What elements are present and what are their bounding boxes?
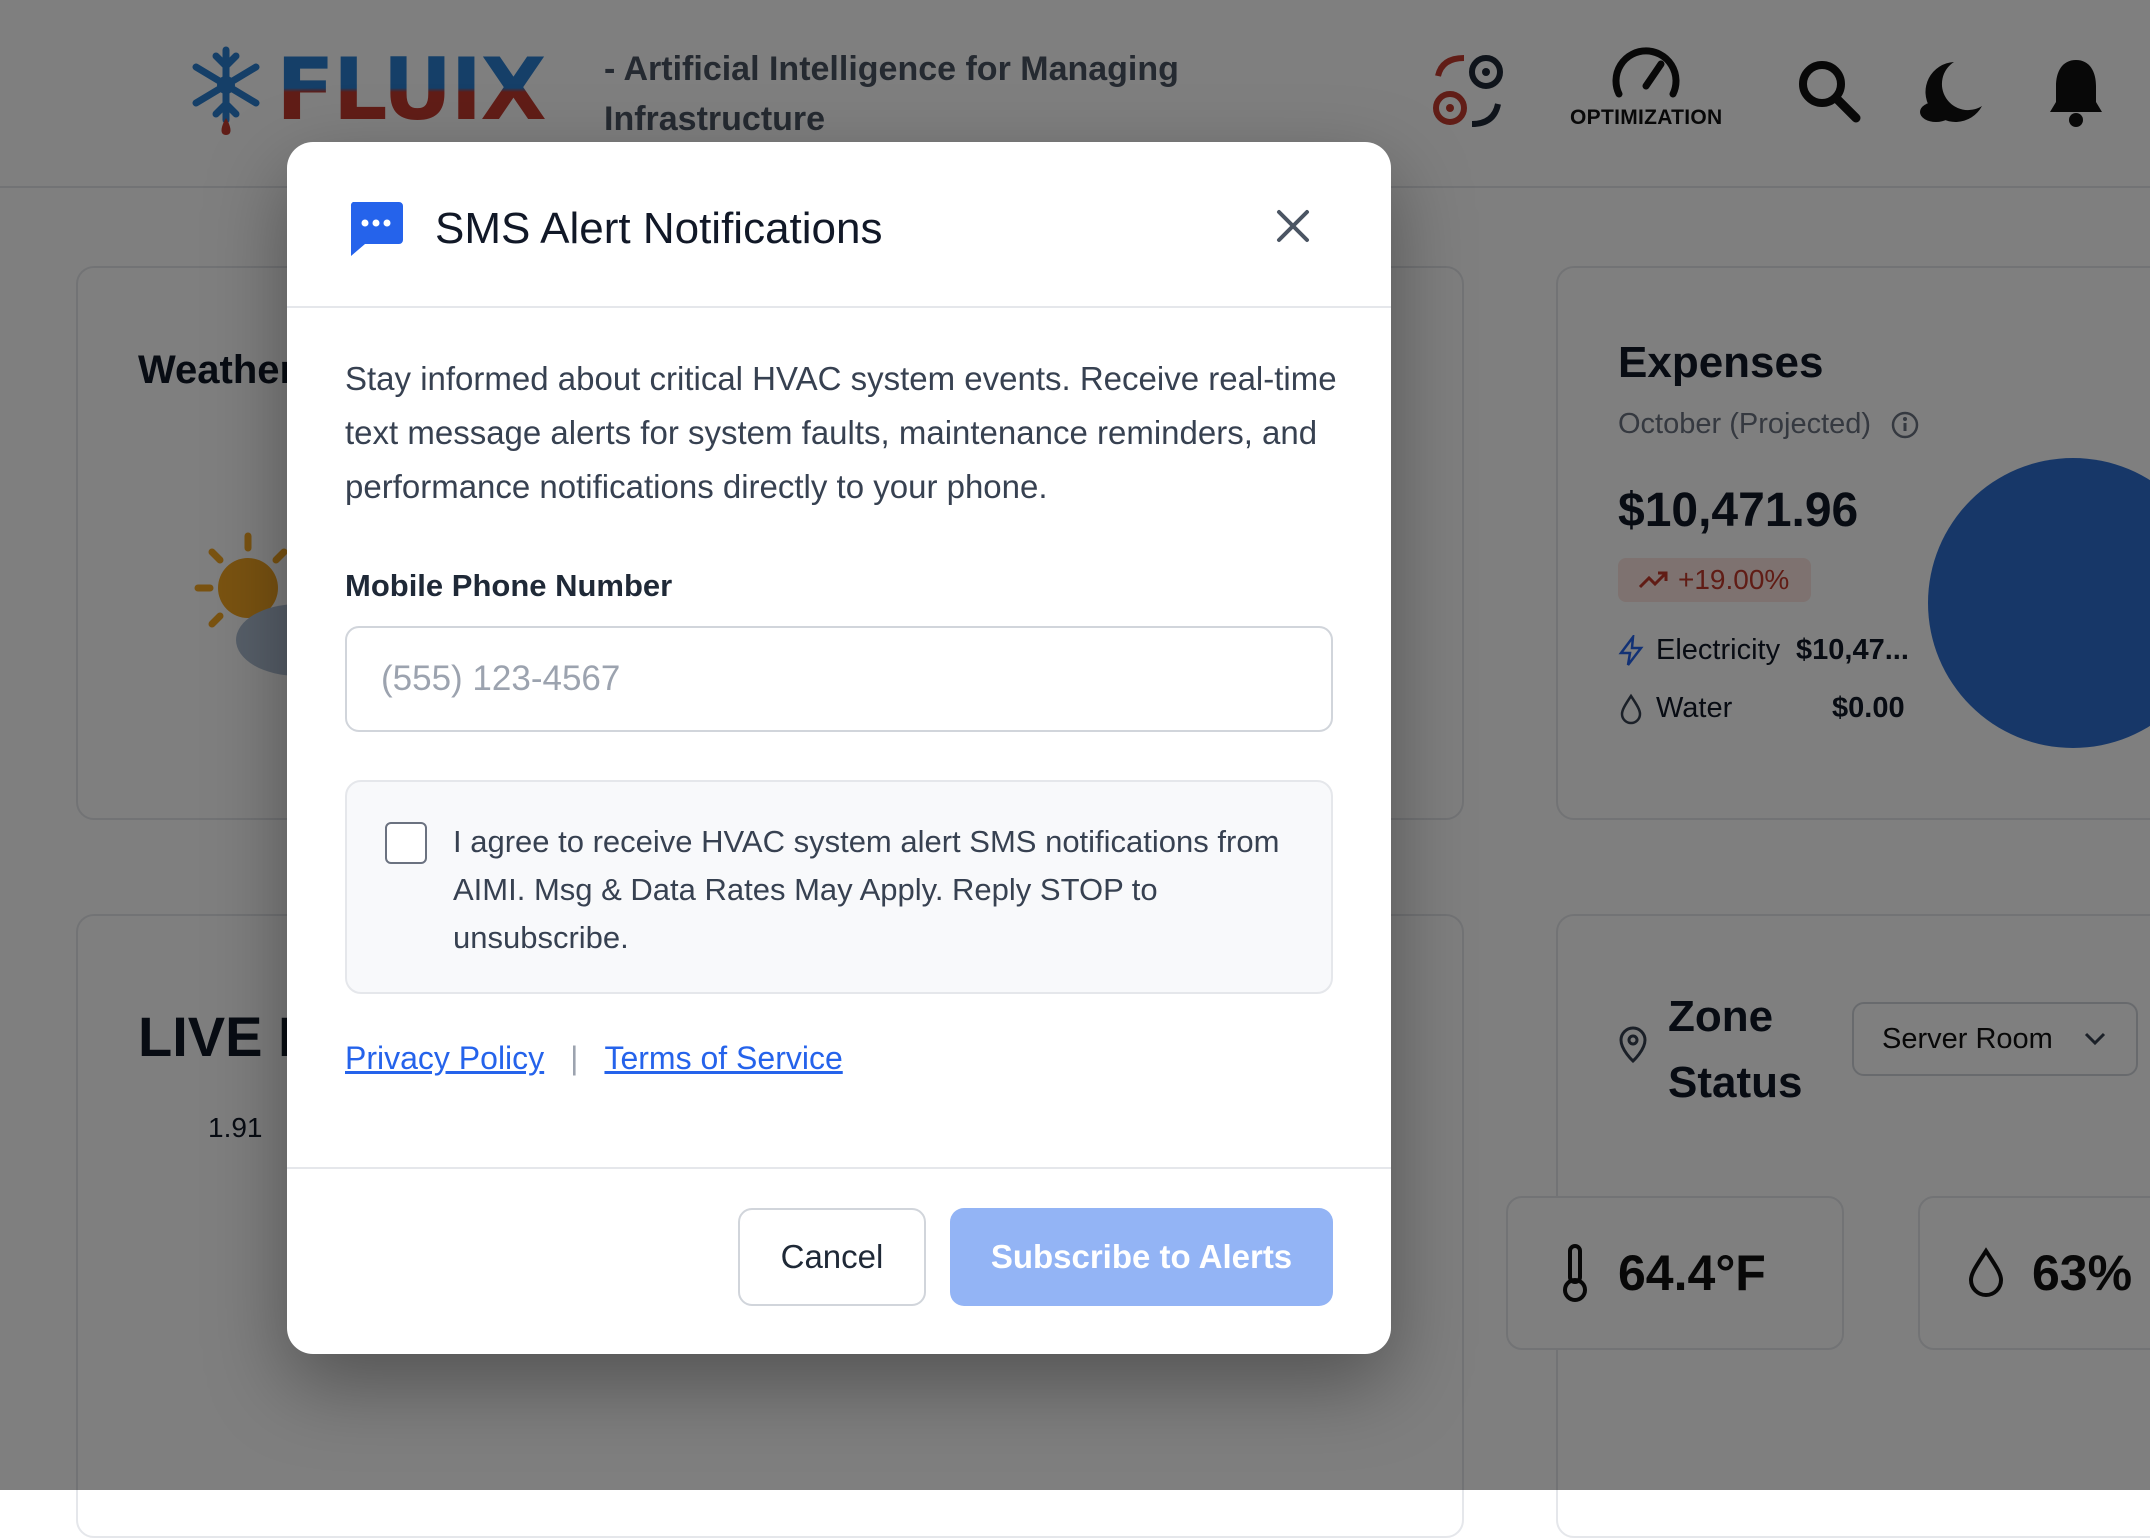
phone-input[interactable] xyxy=(345,626,1333,732)
privacy-policy-link[interactable]: Privacy Policy xyxy=(345,1040,544,1077)
chat-message-icon xyxy=(350,202,403,256)
consent-text: I agree to receive HVAC system alert SMS… xyxy=(453,824,1280,955)
consent-checkbox[interactable] xyxy=(385,822,427,864)
terms-of-service-link[interactable]: Terms of Service xyxy=(604,1040,842,1077)
cancel-button[interactable]: Cancel xyxy=(738,1208,926,1306)
subscribe-button[interactable]: Subscribe to Alerts xyxy=(950,1208,1333,1306)
link-separator: | xyxy=(570,1040,579,1076)
sms-alert-modal: SMS Alert Notifications Stay informed ab… xyxy=(287,142,1391,1354)
consent-section: I agree to receive HVAC system alert SMS… xyxy=(345,780,1333,994)
phone-label: Mobile Phone Number xyxy=(345,568,673,603)
legal-links: Privacy Policy | Terms of Service xyxy=(345,1040,843,1077)
modal-title: SMS Alert Notifications xyxy=(435,204,883,253)
close-icon[interactable] xyxy=(1269,202,1317,250)
modal-header: SMS Alert Notifications xyxy=(287,142,1391,308)
modal-description: Stay informed about critical HVAC system… xyxy=(345,360,1337,505)
